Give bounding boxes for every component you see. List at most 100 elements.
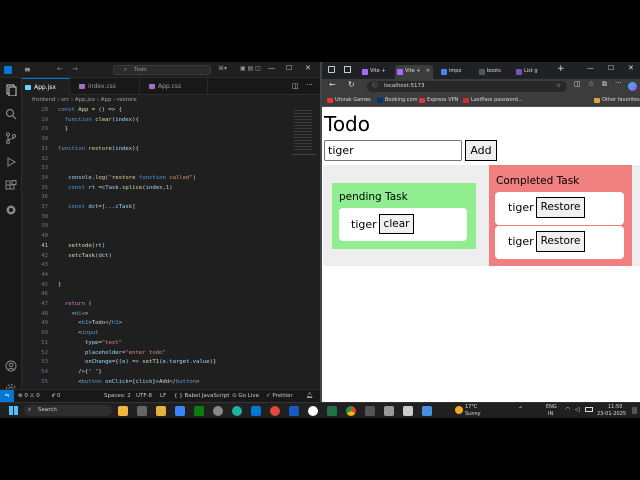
code-line[interactable]: type="text" — [58, 340, 122, 346]
clock-date[interactable]: 23-01-2025 — [597, 411, 626, 417]
start-icon[interactable] — [9, 406, 18, 415]
clear-button[interactable]: clear — [379, 214, 414, 234]
code-line[interactable]: function restore(index){ — [58, 146, 139, 152]
app-icon-11[interactable] — [308, 406, 318, 416]
workspaces-icon[interactable] — [328, 66, 335, 73]
search-icon[interactable] — [5, 108, 17, 120]
code-line[interactable]: settodo(rt) — [58, 243, 105, 249]
code-line[interactable]: const rt =cTask.splice(index,1) — [58, 185, 173, 191]
remote-explorer-icon[interactable] — [5, 204, 17, 216]
battery-icon[interactable] — [585, 407, 593, 412]
app-icon-15[interactable] — [384, 406, 394, 416]
favorites-icon[interactable]: ☆ — [588, 80, 594, 88]
layout-icon[interactable]: ▣ ▤ ◫ — [240, 65, 261, 72]
minimize-icon[interactable]: — — [268, 64, 275, 72]
code-line[interactable]: <button onClick={click}>Add</button> — [58, 379, 199, 385]
ports-indicator[interactable]: ⑈ 0 — [52, 390, 61, 402]
back-arrow-icon[interactable]: ← — [57, 65, 63, 73]
run-debug-icon[interactable] — [5, 156, 17, 168]
app-icon-6[interactable] — [213, 406, 223, 416]
clock-time[interactable]: 11:50 — [608, 404, 622, 410]
wifi-icon[interactable]: ◠ — [565, 406, 570, 413]
maximize-icon[interactable]: ☐ — [286, 64, 292, 72]
site-info-icon[interactable]: ⓘ — [372, 81, 378, 92]
source-control-icon[interactable] — [5, 132, 17, 144]
account-icon[interactable] — [5, 360, 17, 372]
split-editor-icon[interactable]: ◫ — [292, 82, 299, 90]
code-line[interactable]: console.log("restore function called") — [58, 175, 196, 181]
menu-icon[interactable]: ≡ — [24, 65, 31, 74]
code-line[interactable]: function clear(index){ — [58, 117, 139, 123]
code-line[interactable]: const dct=[...cTask] — [58, 204, 135, 210]
app-icon-4[interactable] — [175, 406, 185, 416]
tab-actions-icon[interactable] — [344, 66, 351, 73]
language-mode[interactable]: { } Babel JavaScript — [174, 390, 229, 402]
code-line[interactable]: <input — [58, 330, 98, 336]
volume-icon[interactable]: ◁ — [575, 406, 580, 413]
notifications-icon[interactable] — [632, 407, 637, 414]
favorite-star-icon[interactable]: ☆ — [556, 81, 561, 92]
add-button[interactable]: Add — [465, 140, 497, 161]
forward-arrow-icon[interactable]: → — [72, 65, 78, 73]
notifications-bell-icon[interactable]: 🔔︎ — [306, 390, 313, 402]
remote-indicator-icon[interactable]: ⇋ — [0, 390, 14, 402]
file-explorer-icon[interactable] — [156, 406, 166, 416]
command-center-search[interactable]: ⌕ Todo — [113, 65, 211, 75]
app-icon-2[interactable] — [137, 406, 147, 416]
code-line[interactable]: return ( — [58, 301, 92, 307]
encoding-indicator[interactable]: UTF-8 — [136, 390, 152, 402]
code-line[interactable]: const App = () => { — [58, 107, 122, 113]
new-tab-icon[interactable]: + — [557, 64, 565, 74]
weather-icon[interactable] — [455, 406, 463, 414]
code-line[interactable]: } — [58, 282, 61, 288]
code-editor[interactable]: 28 const App = () => {19 function clear(i… — [22, 106, 292, 394]
copilot-icon[interactable]: ⌘▾ — [218, 65, 227, 72]
browser-tab-vite-2[interactable]: Vite + ✕ — [395, 65, 433, 79]
app-icon-10[interactable] — [289, 406, 299, 416]
bookmark-lastpass[interactable]: LastPass password... — [463, 94, 523, 107]
app-icon-5[interactable] — [194, 406, 204, 416]
browser-tab-list[interactable]: List g — [514, 65, 547, 79]
minimap[interactable] — [292, 106, 320, 394]
maximize-icon[interactable]: ☐ — [608, 64, 614, 72]
code-line[interactable]: onChange={(e) => setT1(e.target.value)} — [58, 359, 216, 365]
tab-index-css[interactable]: index.css — [76, 78, 140, 95]
explorer-icon[interactable] — [5, 84, 17, 96]
code-line[interactable]: placeholder="enter todo" — [58, 350, 166, 356]
browser-tab-boots[interactable]: boots — [477, 65, 510, 79]
code-line[interactable]: <h1>Todo</h1> — [58, 320, 122, 326]
edge-icon[interactable] — [232, 406, 242, 416]
breadcrumb[interactable]: frontend › src › App.jsx › App › restore — [22, 95, 320, 106]
browser-tab-vite-1[interactable]: Vite + — [360, 65, 393, 79]
more-menu-icon[interactable]: ··· — [615, 79, 622, 87]
minimize-icon[interactable]: — — [587, 64, 594, 72]
taskbar-search[interactable]: ⌕ Search — [24, 405, 112, 416]
restore-button[interactable]: Restore — [536, 197, 585, 218]
copilot-icon[interactable] — [628, 82, 637, 91]
input-language-top[interactable]: ENG — [546, 404, 557, 410]
vscode-icon[interactable] — [251, 406, 261, 416]
extensions-icon[interactable] — [5, 180, 17, 192]
app-icon-1[interactable] — [118, 406, 128, 416]
refresh-icon[interactable]: ↻ — [348, 80, 355, 89]
app-icon-14[interactable] — [365, 406, 375, 416]
eol-indicator[interactable]: LF — [160, 390, 166, 402]
split-screen-icon[interactable]: ◫ — [574, 80, 581, 88]
restore-button[interactable]: Restore — [536, 231, 585, 252]
bookmark-express-vpn[interactable]: Express VPN — [419, 94, 458, 107]
collections-icon[interactable]: ⧉ — [602, 80, 607, 89]
address-bar[interactable]: ⓘ localhost:5173 ☆ — [367, 81, 567, 92]
code-line[interactable]: <div> — [58, 311, 88, 317]
chrome-icon[interactable] — [346, 406, 356, 416]
code-line[interactable]: } — [58, 126, 68, 132]
bookmark-booking[interactable]: Booking.com — [377, 94, 417, 107]
prettier-indicator[interactable]: ✓ Prettier — [266, 390, 293, 402]
indentation-indicator[interactable]: Spaces: 2 — [104, 390, 131, 402]
code-line[interactable]: />{" "} — [58, 369, 102, 375]
tab-app-css[interactable]: App.css — [146, 78, 208, 95]
bookmark-utorak-games[interactable]: Utorak Games — [327, 94, 371, 107]
todo-input[interactable]: tiger — [324, 140, 462, 161]
go-live-button[interactable]: ⊙ Go Live — [232, 390, 259, 402]
problems-indicator[interactable]: ⊗ 0 ⚠ 0 — [18, 390, 40, 402]
close-icon[interactable]: ✕ — [628, 64, 634, 72]
